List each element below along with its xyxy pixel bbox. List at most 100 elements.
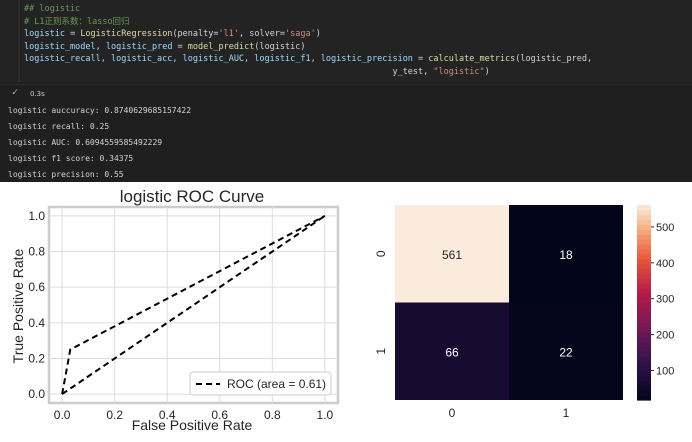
colorbar-segment	[637, 209, 651, 216]
colorbar-segment	[637, 219, 651, 226]
colorbar-segment	[637, 268, 651, 274]
code-token: )	[484, 66, 490, 77]
execution-status: ✓ 0.3s	[0, 84, 692, 103]
colorbar-segment	[637, 380, 651, 386]
colorbar-tick-label: 300	[656, 294, 674, 306]
colorbar-segment	[637, 205, 651, 211]
output-line: logistic auccuracy: 0.8740629685157422	[8, 106, 192, 115]
code-line: logistic = LogisticRegression(penalty='l…	[24, 29, 321, 40]
code-token: calculate_metrics	[428, 54, 516, 64]
colorbar-segment	[637, 297, 651, 304]
x-tick-label: 0.2	[106, 408, 123, 422]
colorbar-segment	[637, 351, 651, 357]
colorbar-segment	[637, 390, 651, 396]
code-line: ## logistic	[24, 4, 80, 15]
colorbar-segment	[637, 361, 651, 367]
code-token: y_test,	[24, 66, 434, 77]
heatmap-x-label: 0	[449, 406, 456, 420]
colorbar-segment	[637, 336, 651, 343]
heatmap-cell-value: 66	[445, 345, 459, 359]
x-tick-label: 0.8	[264, 408, 281, 422]
heatmap-cell-value: 18	[559, 248, 573, 262]
heatmap-cell-value: 22	[559, 345, 573, 359]
y-tick-label: 0.0	[28, 387, 45, 401]
x-tick-label: 0.0	[54, 408, 71, 422]
execution-time: 0.3s	[30, 90, 45, 98]
output-line: logistic f1 score: 0.34375	[8, 154, 134, 163]
x-tick-label: 1.0	[317, 408, 334, 422]
code-line: logistic_recall, logistic_acc, logistic_…	[24, 54, 592, 65]
legend-label: ROC (area = 0.61)	[227, 377, 326, 391]
colorbar-segment	[637, 229, 651, 235]
colorbar-segment	[637, 273, 651, 279]
colorbar-segment	[637, 278, 651, 284]
colorbar-tick-label: 200	[656, 330, 674, 342]
code-token: logistic_model	[24, 41, 96, 52]
colorbar-tick-label: 500	[656, 222, 674, 234]
heatmap-x-label: 1	[563, 406, 570, 420]
figure-canvas: logistic ROC Curve False Positive Rate T…	[10, 187, 674, 433]
y-tick-label: 0.4	[28, 316, 45, 330]
heatmap-y-label: 0	[374, 250, 388, 257]
y-tick-label: 0.2	[28, 351, 45, 365]
roc-title: logistic ROC Curve	[120, 187, 265, 206]
roc-ylabel: True Positive Rate	[10, 248, 26, 363]
colorbar-segment	[637, 326, 651, 333]
code-token: ## logistic	[24, 4, 81, 14]
code-token: model_predict	[187, 41, 255, 52]
colorbar-segment	[637, 263, 651, 269]
colorbar-segment	[637, 322, 651, 328]
code-token: (penalty=	[172, 29, 219, 39]
heatmap-y-label: 1	[374, 348, 388, 355]
colorbar-segment	[637, 307, 651, 313]
x-tick-label: 0.6	[211, 408, 228, 422]
code-token: (logistic_pred,	[515, 54, 593, 64]
colorbar-segment	[637, 341, 651, 347]
colorbar-segment	[637, 287, 651, 294]
colorbar-segment	[637, 370, 651, 377]
colorbar-segment	[637, 239, 651, 245]
code-token: logistic	[24, 29, 65, 39]
code-line: # L1正则系数：lasso回归	[24, 17, 130, 28]
colorbar-segment	[637, 365, 651, 372]
code-line: y_test, "logistic")	[24, 66, 490, 78]
colorbar-segment	[637, 234, 651, 240]
colorbar-segment	[637, 385, 651, 391]
colorbar-segment	[637, 224, 651, 230]
colorbar-segment	[637, 292, 651, 299]
colorbar-segment	[637, 248, 651, 255]
check-icon: ✓	[12, 87, 19, 98]
code-token: # L1正则系数：lasso回归	[24, 16, 130, 27]
colorbar-segment	[637, 302, 651, 308]
code-token: logistic_recall, logistic_acc, logistic_…	[24, 54, 413, 64]
roc-xlabel: False Positive Rate	[132, 417, 253, 433]
colorbar-segment	[637, 283, 651, 289]
confusion-heatmap: 561 18 66 22 0 1 0 1 100 200 300 400 500	[374, 205, 674, 420]
colorbar-segment	[637, 346, 651, 352]
code-token: , solver=	[238, 29, 286, 39]
colorbar-segment	[637, 258, 651, 265]
colorbar-segment	[637, 375, 651, 382]
code-line: logistic_model, logistic_pred = model_pr…	[24, 42, 306, 53]
colorbar-segment	[637, 395, 651, 401]
output-line: logistic precision: 0.55	[8, 170, 124, 179]
code-token: logistic_pred	[105, 41, 173, 52]
code-token: 'l1'	[218, 29, 239, 39]
colorbar-segment	[637, 244, 651, 250]
colorbar-segment	[637, 317, 651, 323]
colorbar-segment	[637, 331, 651, 338]
cell-output: logistic auccuracy: 0.8740629685157422 l…	[0, 104, 692, 184]
code-token: =	[412, 54, 429, 64]
colorbar-segment	[637, 356, 651, 362]
roc-chart: logistic ROC Curve False Positive Rate T…	[10, 187, 340, 433]
code-token: =	[172, 41, 188, 52]
code-token: (logistic)	[254, 41, 306, 52]
output-line: logistic AUC: 0.6094559585492229	[8, 138, 163, 147]
y-tick-label: 0.6	[28, 280, 45, 294]
colorbar-tick-label: 100	[656, 366, 674, 378]
code-token: ,	[95, 41, 106, 52]
colorbar-segment	[637, 253, 651, 260]
code-cell[interactable]: ## logistic # L1正则系数：lasso回归 logistic = Lo…	[0, 0, 692, 82]
x-tick-label: 0.4	[159, 408, 176, 422]
code-token: "logistic"	[433, 66, 485, 77]
